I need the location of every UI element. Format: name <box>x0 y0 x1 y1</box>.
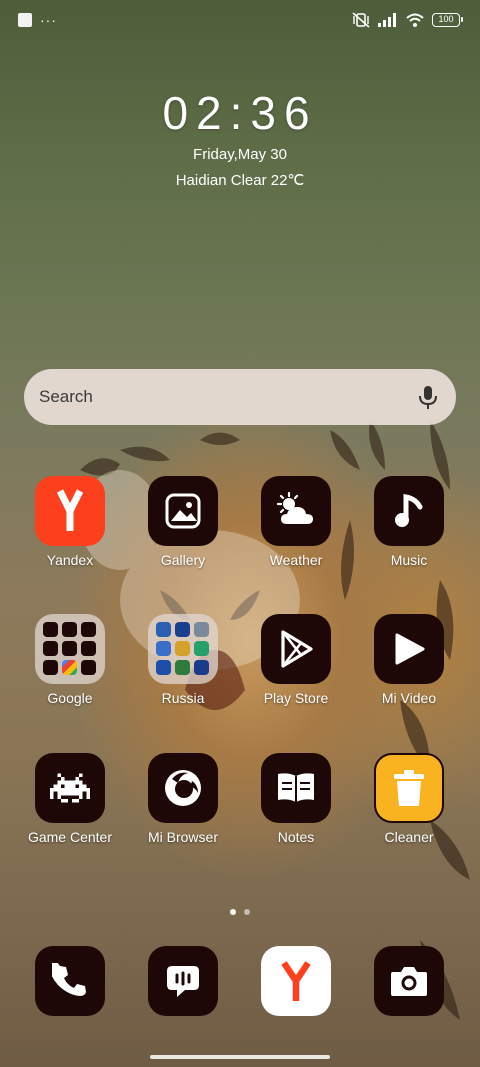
app-gallery[interactable]: Gallery <box>133 476 233 568</box>
clock-weather[interactable]: Haidian Clear 22℃ <box>0 171 480 189</box>
app-mi-browser[interactable]: Mi Browser <box>133 753 233 845</box>
app-label: Play Store <box>263 690 329 706</box>
dock-yandex-browser[interactable] <box>246 946 346 1016</box>
page-dot[interactable] <box>244 909 250 915</box>
mi-video-icon <box>374 614 444 684</box>
app-label: Yandex <box>46 552 94 568</box>
app-label: Cleaner <box>384 829 434 845</box>
play-store-icon <box>261 614 331 684</box>
google-folder-icon <box>35 614 105 684</box>
mute-vibrate-icon <box>352 12 370 28</box>
music-icon <box>374 476 444 546</box>
mic-icon[interactable] <box>416 384 440 410</box>
square-notification-icon <box>18 13 32 27</box>
notes-icon <box>261 753 331 823</box>
gesture-home-bar[interactable] <box>150 1055 330 1059</box>
app-label: Notes <box>277 829 315 845</box>
app-game-center[interactable]: Game Center <box>20 753 120 845</box>
status-bar: ··· 100 <box>0 0 480 42</box>
yandex-browser-icon <box>261 946 331 1016</box>
app-label: Russia <box>161 690 205 706</box>
app-weather[interactable]: Weather <box>246 476 346 568</box>
battery-icon: 100 <box>432 13 463 27</box>
signal-icon <box>378 13 396 27</box>
app-label: Music <box>390 552 428 568</box>
dock-phone[interactable] <box>20 946 120 1016</box>
search-placeholder: Search <box>39 387 93 406</box>
clock-date[interactable]: Friday,May 30 <box>0 146 480 163</box>
russia-folder-icon <box>148 614 218 684</box>
app-notes[interactable]: Notes <box>246 753 346 845</box>
app-music[interactable]: Music <box>359 476 459 568</box>
cleaner-icon <box>374 753 444 823</box>
weather-icon <box>261 476 331 546</box>
wifi-icon <box>406 13 424 27</box>
yandex-icon <box>35 476 105 546</box>
status-right: 100 <box>352 12 463 28</box>
app-label: Game Center <box>27 829 113 845</box>
messages-icon <box>148 946 218 1016</box>
game-center-icon <box>35 753 105 823</box>
gallery-icon <box>148 476 218 546</box>
dock-camera[interactable] <box>359 946 459 1016</box>
app-label: Google <box>47 690 93 706</box>
phone-icon <box>35 946 105 1016</box>
page-dot-active[interactable] <box>230 909 236 915</box>
dock-messages[interactable] <box>133 946 233 1016</box>
app-label: Mi Video <box>381 690 437 706</box>
folder-russia[interactable]: Russia <box>133 614 233 706</box>
clock-time[interactable]: 02:36 <box>0 86 480 140</box>
app-mi-video[interactable]: Mi Video <box>359 614 459 706</box>
mi-browser-icon <box>148 753 218 823</box>
app-label: Mi Browser <box>147 829 218 845</box>
search-bar[interactable]: Search <box>24 369 456 425</box>
app-yandex[interactable]: Yandex <box>20 476 120 568</box>
app-label: Gallery <box>160 552 206 568</box>
folder-google[interactable]: Google <box>20 614 120 706</box>
more-notifications-indicator: ··· <box>40 12 57 28</box>
camera-icon <box>374 946 444 1016</box>
page-indicator[interactable] <box>0 909 480 915</box>
status-left: ··· <box>18 13 57 27</box>
app-label: Weather <box>269 552 323 568</box>
app-play-store[interactable]: Play Store <box>246 614 346 706</box>
app-cleaner[interactable]: Cleaner <box>359 753 459 845</box>
